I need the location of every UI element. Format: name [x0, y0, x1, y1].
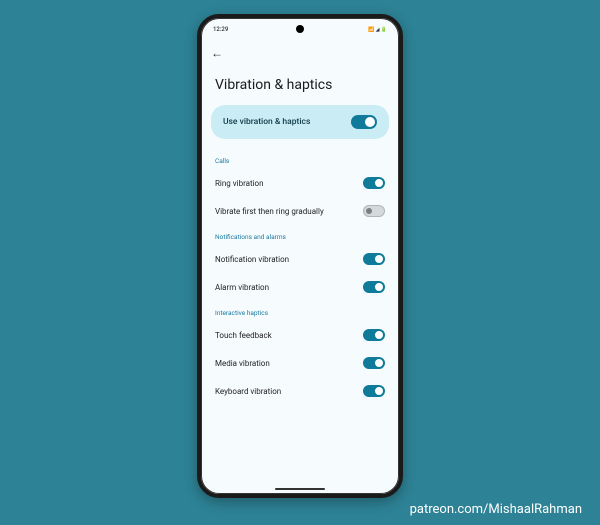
phone-frame: 12:29 📶 ◢ 🔋 ← Vibration & haptics Use vi… [197, 14, 403, 498]
alarm-vibration-label: Alarm vibration [215, 283, 269, 292]
section-header-interactive: Interactive haptics [201, 301, 399, 321]
ring-vibration-toggle[interactable] [363, 177, 385, 189]
use-vibration-haptics-toggle[interactable] [351, 115, 377, 129]
keyboard-vibration-row[interactable]: Keyboard vibration [201, 377, 399, 405]
notification-vibration-label: Notification vibration [215, 255, 289, 264]
page-title: Vibration & haptics [201, 63, 399, 105]
alarm-vibration-toggle[interactable] [363, 281, 385, 293]
use-vibration-haptics-label: Use vibration & haptics [223, 117, 310, 127]
section-header-notifications: Notifications and alarms [201, 225, 399, 245]
status-time: 12:29 [213, 26, 228, 33]
media-vibration-label: Media vibration [215, 359, 270, 368]
use-vibration-haptics-row[interactable]: Use vibration & haptics [211, 105, 389, 139]
touch-feedback-label: Touch feedback [215, 331, 272, 340]
touch-feedback-row[interactable]: Touch feedback [201, 321, 399, 349]
vibrate-first-row[interactable]: Vibrate first then ring gradually [201, 197, 399, 225]
camera-cutout [296, 25, 304, 33]
ring-vibration-label: Ring vibration [215, 179, 264, 188]
alarm-vibration-row[interactable]: Alarm vibration [201, 273, 399, 301]
gesture-bar[interactable] [275, 488, 325, 490]
section-header-calls: Calls [201, 149, 399, 169]
vibrate-first-label: Vibrate first then ring gradually [215, 207, 324, 216]
notification-vibration-row[interactable]: Notification vibration [201, 245, 399, 273]
nav-row: ← [201, 38, 399, 63]
notification-vibration-toggle[interactable] [363, 253, 385, 265]
vibrate-first-toggle[interactable] [363, 205, 385, 217]
media-vibration-row[interactable]: Media vibration [201, 349, 399, 377]
touch-feedback-toggle[interactable] [363, 329, 385, 341]
back-icon[interactable]: ← [211, 46, 223, 60]
credit-text: patreon.com/MishaalRahman [410, 502, 582, 517]
status-icons: 📶 ◢ 🔋 [368, 27, 387, 33]
ring-vibration-row[interactable]: Ring vibration [201, 169, 399, 197]
media-vibration-toggle[interactable] [363, 357, 385, 369]
keyboard-vibration-toggle[interactable] [363, 385, 385, 397]
keyboard-vibration-label: Keyboard vibration [215, 387, 281, 396]
